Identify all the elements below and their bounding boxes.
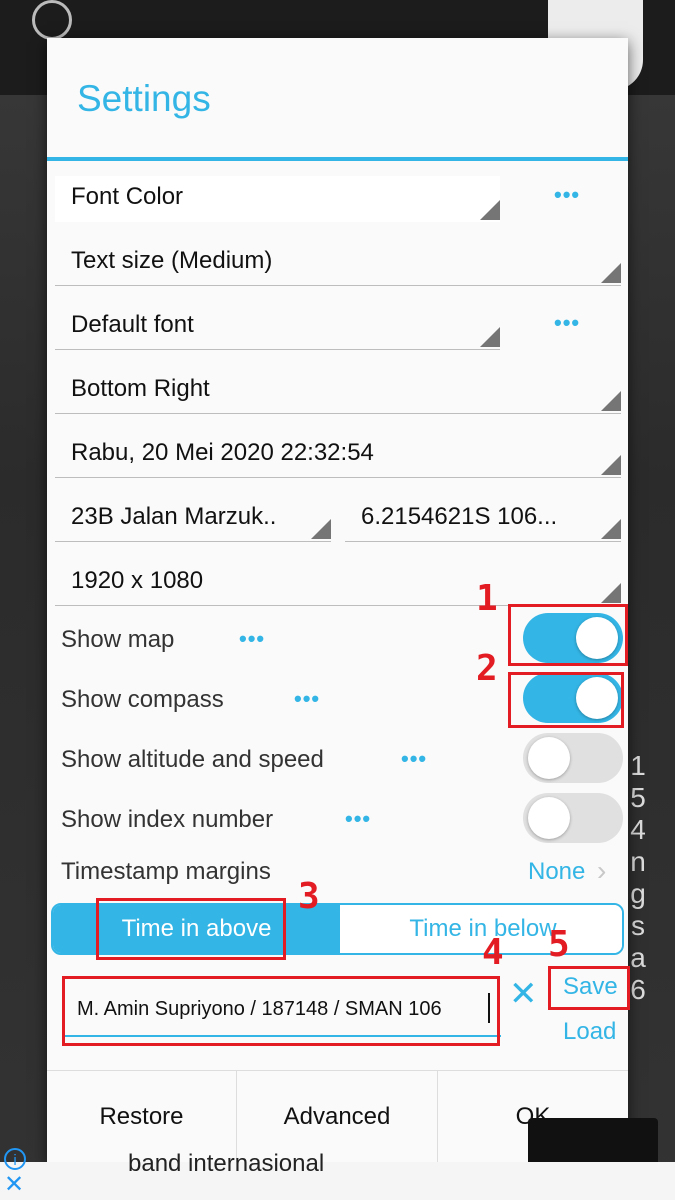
bg-letter: n (630, 846, 646, 877)
address-spinner[interactable]: 23B Jalan Marzuk.. (55, 496, 331, 542)
bg-letter: 1 (630, 750, 646, 781)
show-compass-more-icon[interactable]: ••• (294, 688, 320, 710)
show-compass-label: Show compass (61, 686, 224, 713)
ad-text: band internasional (128, 1150, 325, 1177)
dropdown-arrow-icon (311, 519, 331, 539)
dropdown-arrow-icon (601, 583, 621, 603)
datetime-value: Rabu, 20 Mei 2020 22:32:54 (71, 439, 374, 466)
show-index-toggle[interactable] (523, 793, 623, 843)
compass-icon (32, 0, 72, 40)
info-icon[interactable]: i (4, 1148, 26, 1170)
dropdown-arrow-icon (601, 263, 621, 283)
bg-letter: g (630, 878, 646, 909)
bg-letter: 4 (630, 814, 646, 845)
bg-letter: 6 (630, 974, 646, 1005)
show-altitude-toggle[interactable] (523, 733, 623, 783)
dialog-title: Settings (77, 78, 211, 119)
font-value: Default font (71, 311, 194, 338)
address-value: 23B Jalan Marzuk.. (71, 503, 277, 530)
clear-icon[interactable]: ✕ (509, 974, 538, 1014)
font-more-icon[interactable]: ••• (554, 312, 580, 334)
show-map-label: Show map (61, 626, 175, 653)
annotation-number-2: 2 (476, 648, 498, 689)
annotation-box-5 (548, 966, 630, 1010)
toggle-knob (528, 797, 570, 839)
show-altitude-label: Show altitude and speed (61, 746, 324, 773)
show-index-more-icon[interactable]: ••• (345, 808, 371, 830)
text-size-spinner[interactable]: Text size (Medium) (55, 240, 621, 286)
dropdown-arrow-icon (480, 200, 500, 220)
bg-letter: s (631, 910, 645, 941)
bg-letter: a (630, 942, 646, 973)
font-color-more-icon[interactable]: ••• (554, 184, 580, 206)
coordinates-value: 6.2154621S 106... (361, 503, 558, 530)
text-size-value: Text size (Medium) (71, 247, 273, 274)
annotation-number-4: 4 (482, 932, 504, 973)
font-spinner[interactable]: Default font (55, 304, 500, 350)
show-index-label: Show index number (61, 806, 274, 833)
coordinates-spinner[interactable]: 6.2154621S 106... (345, 496, 621, 542)
title-divider (47, 157, 628, 161)
dropdown-arrow-icon (480, 327, 500, 347)
annotation-box-4 (62, 976, 500, 1046)
close-icon[interactable]: ✕ (4, 1170, 24, 1199)
ad-banner[interactable] (0, 1162, 675, 1200)
annotation-number-1: 1 (476, 578, 498, 619)
background-text: 1 5 4 n g s a 6 (628, 750, 648, 1006)
timestamp-margins-value[interactable]: None (528, 858, 585, 886)
resolution-spinner[interactable]: 1920 x 1080 (55, 560, 621, 606)
dropdown-arrow-icon (601, 391, 621, 411)
dropdown-arrow-icon (601, 519, 621, 539)
font-color-spinner[interactable]: Font Color (55, 176, 500, 222)
annotation-box-3 (96, 898, 286, 960)
resolution-value: 1920 x 1080 (71, 567, 204, 594)
position-value: Bottom Right (71, 375, 210, 402)
annotation-number-5: 5 (548, 924, 570, 965)
load-button[interactable]: Load (563, 1018, 616, 1046)
annotation-number-3: 3 (298, 876, 320, 917)
datetime-spinner[interactable]: Rabu, 20 Mei 2020 22:32:54 (55, 432, 621, 478)
position-spinner[interactable]: Bottom Right (55, 368, 621, 414)
dropdown-arrow-icon (601, 455, 621, 475)
timestamp-margins-label: Timestamp margins (61, 858, 271, 885)
bg-letter: 5 (630, 782, 646, 813)
show-altitude-more-icon[interactable]: ••• (401, 748, 427, 770)
chevron-right-icon: › (597, 855, 607, 886)
annotation-box-2 (508, 672, 624, 728)
show-map-more-icon[interactable]: ••• (239, 628, 265, 650)
font-color-value: Font Color (71, 183, 184, 210)
annotation-box-1 (508, 604, 628, 666)
toggle-knob (528, 737, 570, 779)
